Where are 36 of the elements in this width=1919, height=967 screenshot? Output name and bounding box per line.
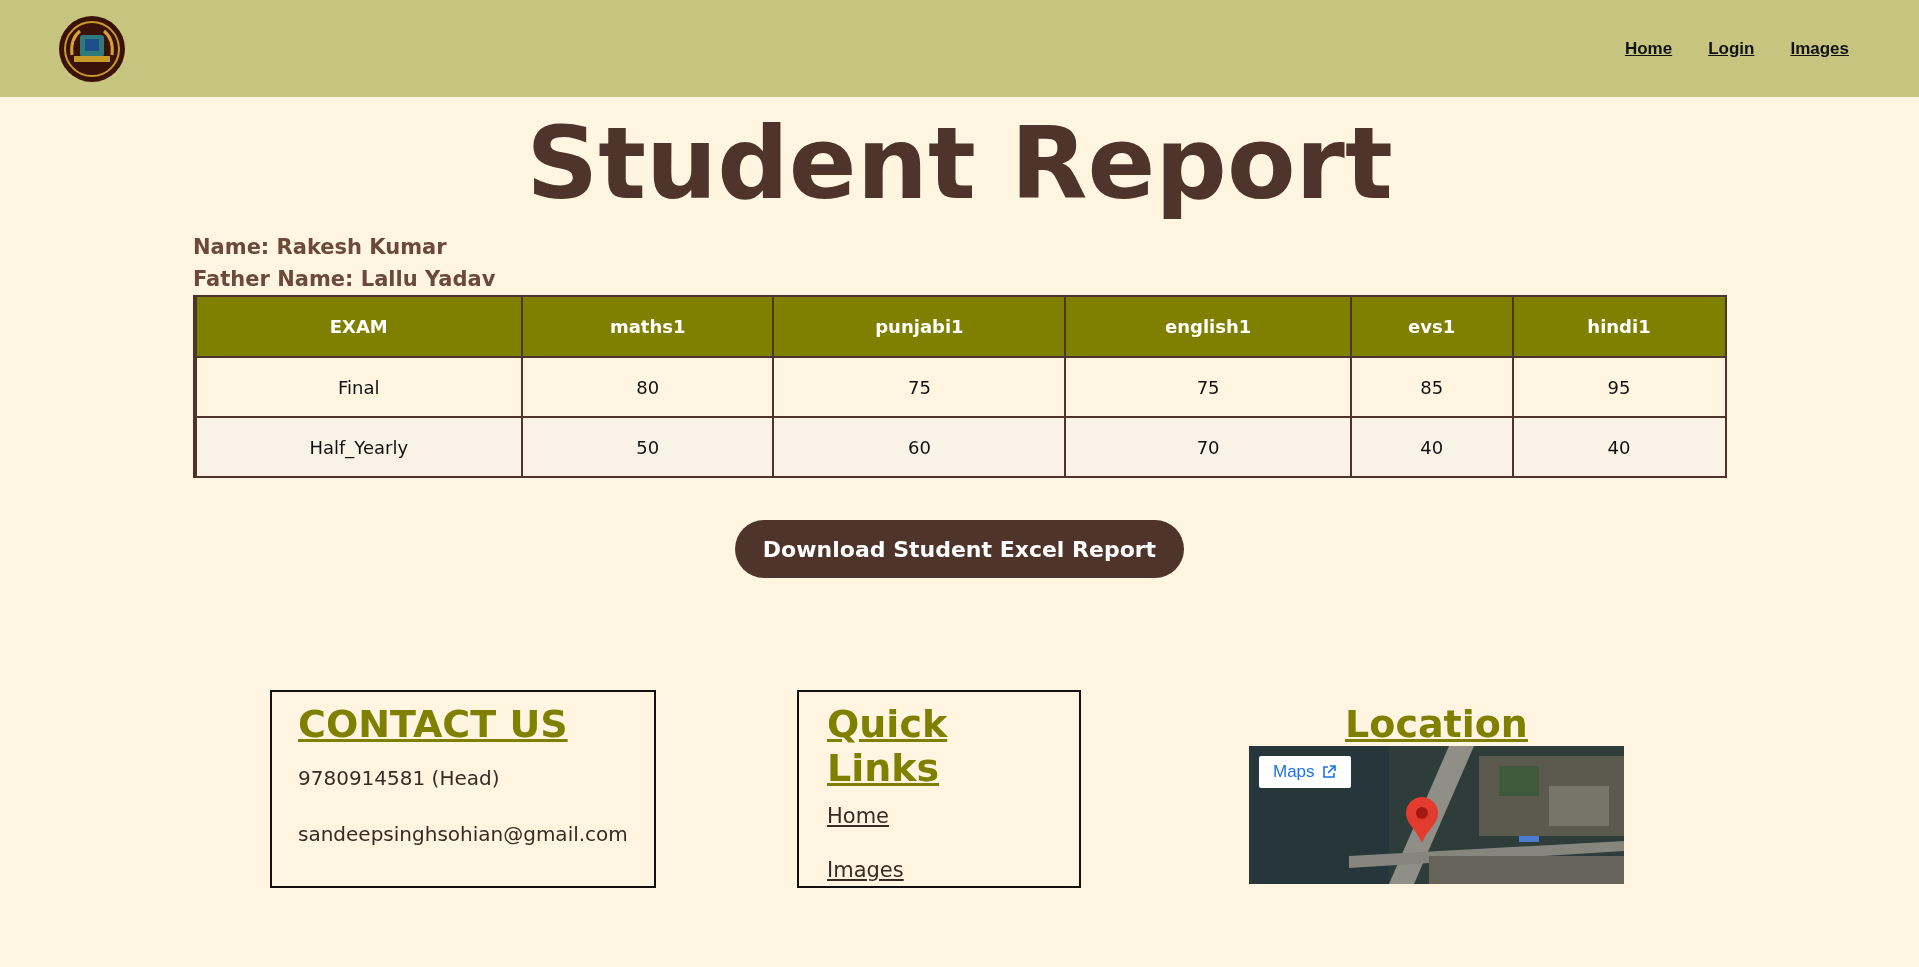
table-cell: 75 [773,357,1066,417]
student-info: Father Name: Lallu Yadav [193,266,496,293]
table-cell: 40 [1350,417,1513,477]
table-cell: 75 [1065,357,1351,417]
maps-button[interactable]: Maps [1259,756,1351,788]
column-header: EXAM [194,296,523,357]
contact-heading: CONTACT US [298,702,569,746]
quick-links-heading: Quick Links [827,702,949,790]
table-cell: 95 [1512,357,1726,417]
footer-link[interactable]: Images [827,858,904,882]
download-button[interactable]: Download Student Excel Report [734,520,1185,578]
table-cell: 50 [522,417,774,477]
nav-link[interactable]: Images [1790,38,1849,59]
location-heading: Location [1345,702,1528,746]
table-cell: Final [194,357,523,417]
student-info: Name: Rakesh Kumar [193,234,448,261]
map-pin-icon [1405,796,1439,844]
nav-link[interactable]: Home [1624,38,1673,59]
contact-text: 9780914581 (Head) [298,766,501,790]
table-cell: 70 [1065,417,1351,477]
table-cell: Half_Yearly [194,417,523,477]
table-cell: 40 [1512,417,1726,477]
footer-link[interactable]: Home [827,804,889,828]
table-cell: 60 [773,417,1066,477]
column-header: evs1 [1350,296,1513,357]
page-title: Student Report [526,105,1393,223]
table-cell: 80 [522,357,774,417]
contact-text: sandeepsinghsohian@gmail.com [298,822,628,846]
nav-link[interactable]: Login [1708,38,1755,59]
external-link-icon [1320,764,1337,780]
school-logo [58,14,126,83]
column-header: english1 [1065,296,1351,357]
column-header: maths1 [522,296,774,357]
table-cell: 85 [1350,357,1513,417]
column-header: hindi1 [1512,296,1726,357]
column-header: punjabi1 [773,296,1066,357]
